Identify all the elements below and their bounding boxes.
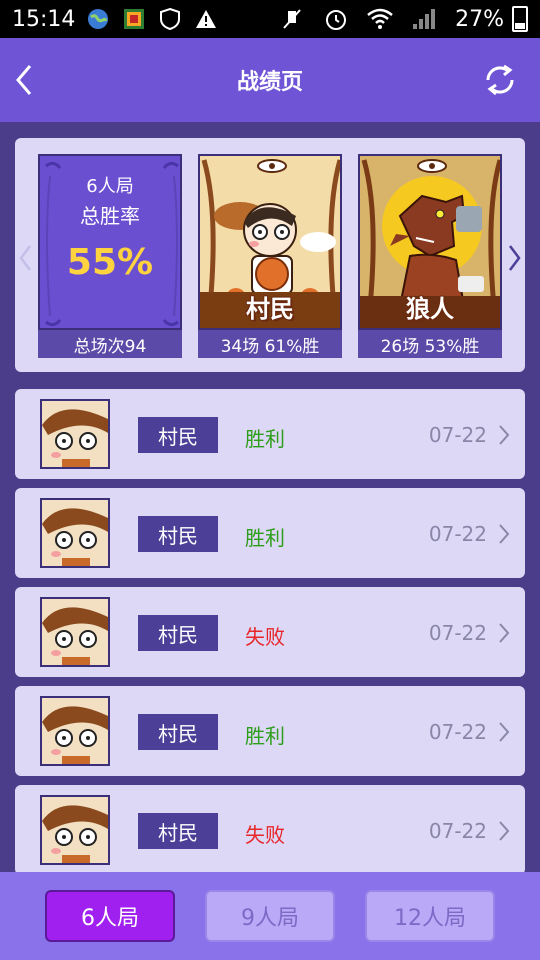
overall-card-frame: 6人局 总胜率 55% [38, 154, 182, 330]
alarm-icon [323, 6, 349, 32]
villager-avatar [40, 597, 110, 667]
werewolf-role-title: 狼人 [406, 295, 454, 323]
record-result: 失败 [245, 823, 285, 847]
tab-9-players[interactable]: 9人局 [205, 890, 335, 942]
signal-icon [411, 6, 437, 32]
record-date: 07-22 [428, 522, 487, 546]
record-role-badge: 村民 [138, 813, 218, 849]
overall-stats-card: 6人局 总胜率 55% 总场次94 [38, 154, 182, 358]
chevron-right-icon [497, 423, 511, 447]
overall-total-games: 总场次94 [38, 330, 182, 358]
game-app-icon [121, 6, 147, 32]
status-time: 15:14 [12, 6, 76, 32]
villager-stats: 34场 61%胜 [198, 330, 342, 358]
villager-avatar [40, 498, 110, 568]
wifi-icon [367, 6, 393, 32]
records-content[interactable]: 6人局 总胜率 55% 总场次94 村民 34场 61%胜 狼人 26场 53%… [0, 122, 540, 875]
mute-icon [279, 6, 305, 32]
record-date: 07-22 [428, 423, 487, 447]
summary-carousel: 6人局 总胜率 55% 总场次94 村民 34场 61%胜 狼人 26场 53%… [15, 138, 525, 372]
chevron-right-icon [497, 720, 511, 744]
record-result: 胜利 [245, 526, 285, 550]
record-date: 07-22 [428, 819, 487, 843]
role-card-werewolf[interactable]: 狼人 26场 53%胜 [358, 154, 502, 358]
status-bar: 15:14 27% [0, 0, 540, 38]
shield-icon [157, 6, 183, 32]
overall-win-rate: 55% [66, 242, 154, 283]
record-row[interactable]: 村民 胜利 07-22 [15, 686, 525, 776]
record-row[interactable]: 村民 胜利 07-22 [15, 389, 525, 479]
app-header: 战绩页 [0, 38, 540, 122]
record-row[interactable]: 村民 胜利 07-22 [15, 488, 525, 578]
villager-card-art: 村民 [198, 154, 342, 330]
tab-6-players[interactable]: 6人局 [45, 890, 175, 942]
globe-icon [85, 6, 111, 32]
werewolf-stats: 26场 53%胜 [358, 330, 502, 358]
chevron-left-icon[interactable] [15, 238, 37, 278]
record-date: 07-22 [428, 720, 487, 744]
werewolf-card-art: 狼人 [358, 154, 502, 330]
villager-role-title: 村民 [246, 295, 294, 323]
battery-percent: 27% [455, 6, 504, 32]
battery-icon [512, 6, 528, 32]
chevron-right-icon [497, 819, 511, 843]
chevron-right-icon[interactable] [503, 238, 525, 278]
record-date: 07-22 [428, 621, 487, 645]
overall-label: 总胜率 [80, 204, 140, 228]
tab-12-players[interactable]: 12人局 [365, 890, 495, 942]
role-card-villager[interactable]: 村民 34场 61%胜 [198, 154, 342, 358]
page-title: 战绩页 [236, 70, 303, 95]
record-role-badge: 村民 [138, 417, 218, 453]
chevron-right-icon [497, 522, 511, 546]
refresh-icon[interactable] [482, 60, 518, 100]
record-role-badge: 村民 [138, 516, 218, 552]
record-row[interactable]: 村民 失败 07-22 [15, 785, 525, 875]
record-row[interactable]: 村民 失败 07-22 [15, 587, 525, 677]
record-result: 失败 [245, 625, 285, 649]
villager-avatar [40, 399, 110, 469]
chevron-right-icon [497, 621, 511, 645]
mode-tab-bar: 6人局 9人局 12人局 [0, 872, 540, 960]
villager-avatar [40, 696, 110, 766]
record-result: 胜利 [245, 724, 285, 748]
record-role-badge: 村民 [138, 714, 218, 750]
overall-mode: 6人局 [86, 176, 134, 197]
record-role-badge: 村民 [138, 615, 218, 651]
warning-icon [193, 6, 219, 32]
villager-avatar [40, 795, 110, 865]
back-arrow-icon[interactable] [12, 62, 40, 98]
record-result: 胜利 [245, 427, 285, 451]
